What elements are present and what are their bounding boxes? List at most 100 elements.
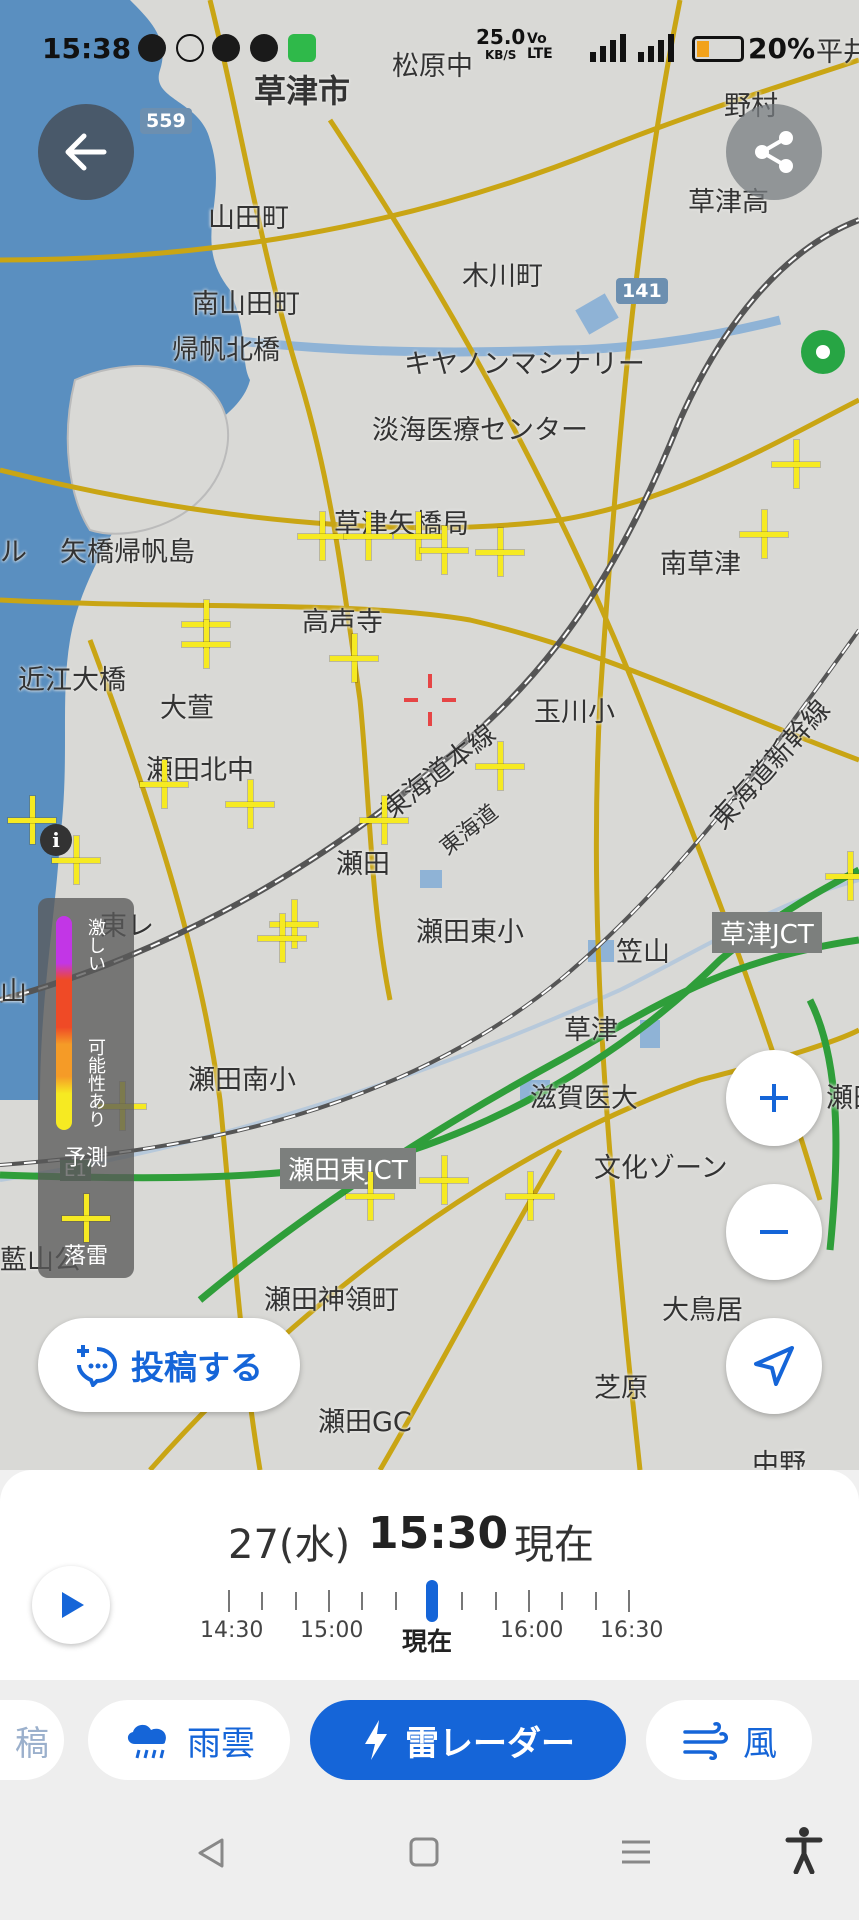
place-label: 木川町 [462,261,543,292]
place-label: ル [0,537,27,568]
timeline-tick [261,1592,263,1610]
place-label: 近江大橋 [18,665,126,696]
timeline-tick [361,1592,363,1610]
timeline-tick [395,1592,397,1610]
badge-icon [212,34,240,62]
lightning-strike-marker [506,1172,554,1220]
tab-post-label: 稿 [15,1723,49,1764]
lightning-strike-marker [346,1172,394,1220]
lightning-strike-marker [182,620,230,668]
legend-strike-icon [62,1194,110,1242]
tab-post[interactable]: 稿 [0,1700,64,1780]
timeline-tick [228,1590,230,1612]
info-icon[interactable]: i [40,824,72,856]
place-label: 文化ゾーン [594,1153,728,1184]
nav-back-icon[interactable] [194,1836,228,1870]
place-label: 瀬田神領町 [264,1285,399,1316]
check-circle-icon [250,34,278,62]
nav-menu-icon[interactable] [620,1836,652,1868]
timeline-label: 14:30 [200,1618,264,1643]
place-label: キヤノンマシナリー [404,349,645,380]
place-label: 瀬田 [826,1083,859,1114]
accessibility-icon[interactable] [784,1826,824,1874]
post-button[interactable]: 投稿する [38,1318,300,1412]
system-nav-bar [0,1790,859,1920]
timeline-label: 15:00 [300,1618,364,1643]
place-label: 山 [0,977,27,1008]
place-label: 南山田町 [192,289,300,320]
place-label: 南草津 [660,549,741,580]
lightning-legend: 激しい 可能性あり 予測 落雷 [38,898,134,1278]
place-label: 草津 [564,1015,618,1046]
place-label: 瀬田南小 [188,1065,296,1096]
timeline-tick [628,1590,630,1612]
place-label: 瀬田GC [318,1407,412,1438]
now-label: 現在 [514,1522,594,1568]
current-location-button[interactable] [726,1318,822,1414]
timeline-tick [528,1590,530,1612]
lightning-strike-marker [476,528,524,576]
wind-icon [683,1722,728,1760]
volte-indicator: Vo LTE [527,31,553,62]
zoom-out-button[interactable] [726,1184,822,1280]
place-label: 矢橋帰帆島 [60,537,195,568]
tab-wind-label: 風 [743,1723,777,1764]
share-icon [755,131,793,173]
route-shield: 559 [140,108,192,134]
net-speed: 25.0 KB/S [476,25,526,62]
share-button[interactable] [726,104,822,200]
timeline-tick [595,1592,597,1610]
lightning-strike-marker [330,634,378,682]
junction-label: 草津JCT [712,912,822,953]
nav-home-icon[interactable] [408,1836,440,1868]
time-label: 15:30 [368,1508,509,1559]
line-app-icon [288,34,316,62]
post-bubble-icon [77,1345,118,1387]
lightning-strike-marker [298,512,346,560]
place-label: 瀬田東小 [416,917,524,948]
place-label: 大鳥居 [662,1295,743,1326]
tab-lightning-label: 雷レーダー [405,1723,575,1764]
arrow-left-icon [65,133,107,171]
date-label: 27(水) [228,1522,351,1568]
status-bar: 15:38 25.0 KB/S Vo LTE 20% [0,0,859,100]
zoom-in-button[interactable] [726,1050,822,1146]
tab-rain-cloud[interactable]: 雨雲 [88,1700,290,1780]
back-button[interactable] [38,104,134,200]
timeline-handle[interactable] [426,1580,438,1622]
timeline-label: 16:00 [500,1618,564,1643]
lightning-strike-marker [826,852,859,900]
upload-icon [176,34,204,62]
legend-forecast-label: 予測 [63,1146,108,1171]
timeline-tick [561,1592,563,1610]
play-button[interactable] [32,1566,110,1644]
lightning-strike-marker [476,742,524,790]
lightning-strike-marker [420,1156,468,1204]
app-notification-icon [138,34,166,62]
legend-possible-label: 可能性あり [85,1038,106,1128]
place-label: 玉川小 [534,697,615,728]
lightning-strike-marker [140,760,188,808]
place-label: 中野 [752,1449,806,1470]
timeline-label-now: 現在 [402,1627,453,1656]
tab-lightning-radar[interactable]: 雷レーダー [310,1700,626,1780]
place-label: 大萱 [160,693,214,724]
lightning-strike-marker [360,796,408,844]
intensity-color-bar [56,916,72,1130]
navigation-arrow-icon [754,1346,794,1386]
place-label: 滋賀医大 [530,1083,638,1114]
lightning-strike-marker [740,510,788,558]
lightning-bolt-icon [365,1720,387,1760]
time-control-sheet: 27(水) 15:30 現在 14:30 15:00 現在 16:00 16:3… [0,1470,859,1680]
play-icon [62,1592,84,1618]
tab-wind[interactable]: 風 [646,1700,812,1780]
place-label: 芝原 [594,1373,648,1404]
post-button-label: 投稿する [131,1348,263,1387]
place-label: 山田町 [208,203,289,234]
legend-heavy-label: 激しい [85,918,106,972]
route-shield: 141 [616,278,668,304]
lightning-strike-marker [344,512,392,560]
lightning-strike-marker [226,780,274,828]
timeline-tick [461,1592,463,1610]
place-label: 笠山 [616,937,670,968]
